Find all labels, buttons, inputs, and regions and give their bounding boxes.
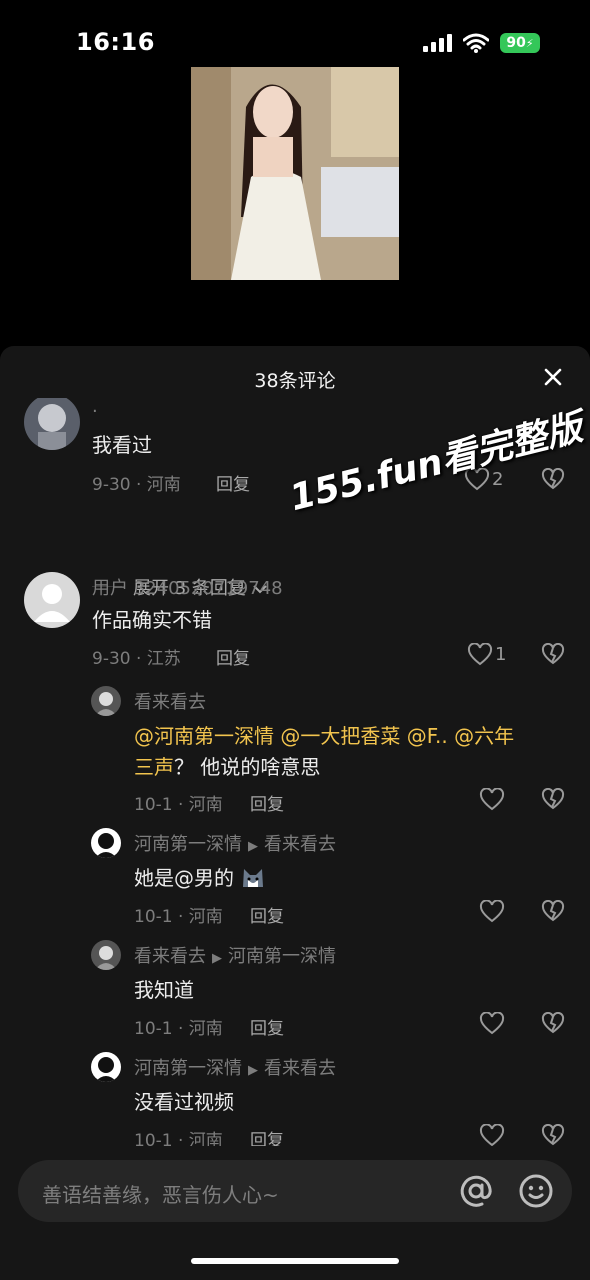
reply-arrow-icon: ▶: [248, 1063, 258, 1078]
at-icon[interactable]: [458, 1173, 494, 1209]
reply-author[interactable]: 河南第一深情: [134, 1058, 242, 1079]
reply-date-location: 10-1 · 河南: [134, 795, 223, 815]
reply-date-location: 10-1 · 河南: [134, 1131, 223, 1146]
mention-link[interactable]: 三声: [134, 755, 174, 779]
reply-button[interactable]: 回复: [250, 1126, 284, 1146]
mention-link[interactable]: @一大把香菜: [280, 724, 400, 748]
reply-author[interactable]: 看来看去: [134, 946, 206, 967]
comment-date-location: 9-30 · 河南: [92, 475, 181, 495]
comment-date-location: 9-30 · 江苏: [92, 649, 181, 669]
avatar[interactable]: [91, 686, 121, 716]
avatar[interactable]: [91, 1052, 121, 1082]
mention-link[interactable]: @河南第一深情: [134, 724, 274, 748]
reply-button[interactable]: 回复: [250, 1014, 284, 1039]
avatar[interactable]: [24, 398, 80, 450]
video-thumbnail[interactable]: [191, 67, 399, 280]
battery-level: 90: [506, 35, 526, 51]
reply-arrow-icon: ▶: [248, 839, 258, 854]
home-indicator[interactable]: [191, 1258, 399, 1264]
reply-author[interactable]: 河南第一深情: [134, 834, 242, 855]
dislike-icon[interactable]: [541, 643, 565, 667]
mention-link[interactable]: @六年: [454, 724, 514, 748]
comment-text: 作品确实不错: [92, 608, 212, 632]
dislike-icon[interactable]: [541, 1124, 565, 1146]
reply-button[interactable]: 回复: [250, 902, 284, 927]
reply-username[interactable]: 看来看去 ▶ 河南第一深情: [134, 942, 336, 968]
heart-icon[interactable]: [479, 1012, 505, 1036]
reply-text: 我知道: [134, 978, 194, 1002]
comment-input-bar[interactable]: 善语结善缘，恶言伤人心~: [18, 1160, 572, 1222]
comment-count-title: 38条评论: [254, 370, 336, 392]
dislike-icon[interactable]: [541, 1012, 565, 1036]
comment-text: 我看过: [92, 433, 152, 457]
comment-username[interactable]: .: [92, 398, 98, 417]
reply-text: @河南第一深情 @一大把香菜 @F.. @六年: [134, 720, 514, 749]
emoji-icon[interactable]: [518, 1173, 554, 1209]
dislike-icon[interactable]: [541, 900, 565, 924]
close-icon[interactable]: [541, 365, 565, 389]
avatar[interactable]: [91, 940, 121, 970]
comment-input[interactable]: 善语结善缘，恶言伤人心~: [42, 1179, 279, 1208]
reply-target[interactable]: 河南第一深情: [228, 946, 336, 967]
reply-text: 没看过视频: [134, 1090, 234, 1114]
dislike-icon[interactable]: [541, 788, 565, 812]
reply-username[interactable]: 河南第一深情 ▶ 看来看去: [134, 830, 336, 856]
dislike-icon[interactable]: [541, 468, 565, 492]
heart-icon[interactable]: [479, 788, 505, 812]
signal-icon: [423, 34, 452, 52]
wifi-icon: [463, 33, 489, 53]
husky-emoji-icon: [243, 869, 264, 887]
reply-button[interactable]: 回复: [250, 790, 284, 815]
reply-date-location: 10-1 · 河南: [134, 907, 223, 927]
like-count: 1: [495, 644, 507, 665]
heart-icon[interactable]: [479, 1124, 505, 1146]
reply-button[interactable]: 回复: [216, 470, 250, 495]
heart-icon[interactable]: [467, 643, 493, 667]
battery-icon: 90 ⚡: [500, 33, 540, 53]
mention-link[interactable]: @F..: [407, 724, 448, 748]
reply-target[interactable]: 看来看去: [264, 1058, 336, 1079]
reply-username[interactable]: 看来看去: [134, 688, 206, 714]
heart-icon[interactable]: [479, 900, 505, 924]
avatar[interactable]: [24, 572, 80, 628]
status-time: 16:16: [76, 28, 155, 56]
reply-username[interactable]: 河南第一深情 ▶ 看来看去: [134, 1054, 336, 1080]
like-count: 2: [492, 469, 504, 490]
reply-button[interactable]: 回复: [216, 644, 250, 669]
comment-username[interactable]: 用户 3240520719748: [92, 574, 283, 600]
reply-target[interactable]: 看来看去: [264, 834, 336, 855]
reply-text-content: 她是@男的: [134, 866, 234, 890]
reply-arrow-icon: ▶: [212, 951, 222, 966]
avatar[interactable]: [91, 828, 121, 858]
reply-text-line2: 三声？ 他说的啥意思: [134, 751, 320, 780]
reply-date-location: 10-1 · 河南: [134, 1019, 223, 1039]
reply-text: 她是@男的: [134, 862, 266, 891]
reply-text-tail: ？ 他说的啥意思: [174, 755, 321, 779]
